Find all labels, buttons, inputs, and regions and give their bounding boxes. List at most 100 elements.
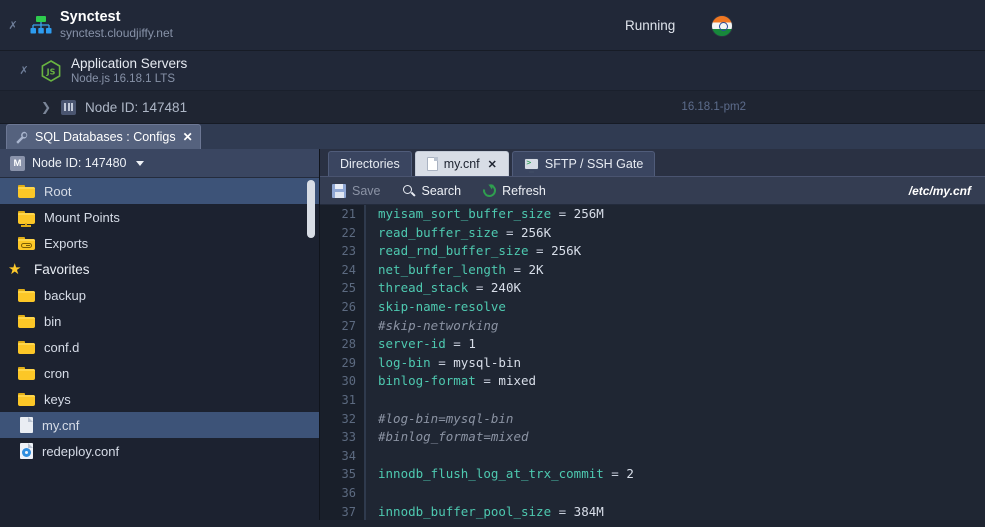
folder-mount-icon — [18, 210, 35, 227]
folder-icon — [18, 340, 35, 354]
save-button[interactable]: Save — [332, 183, 381, 198]
layer-stack-version: Node.js 16.18.1 LTS — [71, 72, 175, 85]
app-tab-bar: SQL Databases : Configs ✕ — [0, 124, 985, 149]
code-line[interactable]: net_buffer_length = 2K — [378, 261, 985, 280]
editor-panel: Directories my.cnf ✕ SFTP / SSH Gate Save S… — [320, 149, 985, 520]
india-flag-icon[interactable] — [711, 14, 734, 37]
status-badge: Running — [625, 18, 676, 33]
line-number: 31 — [341, 392, 356, 407]
code-line[interactable] — [378, 447, 985, 466]
line-number: 23 — [341, 244, 356, 259]
line-number: 26 — [341, 299, 356, 314]
layer-collapse-chevron-icon[interactable]: ✗ — [11, 65, 37, 76]
editor-toolbar: Save Search Refresh /etc/my.cnf — [320, 177, 985, 205]
line-number: 36 — [341, 485, 356, 500]
environment-header: ✗ Synctest synctest.cloudjiffy.net Runni… — [0, 0, 985, 51]
svg-text:JS: JS — [46, 67, 56, 76]
node-selector-dropdown[interactable]: M Node ID: 147480 — [0, 149, 319, 178]
editor-tab-label: my.cnf — [443, 157, 480, 171]
code-editor[interactable]: 21 22 23 24 25 26 27 28 29 30 31 32 33 34 35 36 37 myisa… — [320, 205, 985, 520]
main-content: M Node ID: 147480 Root Mount Points Export… — [0, 149, 985, 520]
editor-tab-my-cnf[interactable]: my.cnf ✕ — [414, 151, 509, 176]
code-line[interactable]: #log-bin=mysql-bin — [378, 410, 985, 429]
node-row-147481[interactable]: ❯ Node ID: 147481 16.18.1-pm2 — [0, 91, 985, 124]
code-line[interactable]: innodb_buffer_pool_size = 384M — [378, 503, 985, 521]
file-tree-item[interactable]: backup — [0, 282, 319, 308]
code-line[interactable]: log-bin = mysql-bin — [378, 354, 985, 373]
file-tree-item[interactable]: bin — [0, 308, 319, 334]
code-line[interactable]: read_rnd_buffer_size = 256K — [378, 242, 985, 261]
folder-icon — [18, 184, 35, 198]
node-expand-chevron-icon[interactable]: ❯ — [33, 101, 59, 113]
folder-export-icon — [18, 236, 35, 250]
file-tree-item[interactable]: my.cnf — [0, 412, 319, 438]
editor-tab-directories[interactable]: Directories — [328, 151, 412, 176]
config-file-icon — [20, 443, 33, 459]
search-button-label: Search — [421, 183, 462, 198]
file-tree-item[interactable]: Exports — [0, 230, 319, 256]
code-line[interactable] — [378, 391, 985, 410]
line-number: 28 — [341, 337, 356, 352]
line-number: 35 — [341, 467, 356, 482]
app-tab-sql-databases-configs[interactable]: SQL Databases : Configs ✕ — [6, 124, 201, 149]
environment-domain[interactable]: synctest.cloudjiffy.net — [60, 26, 173, 41]
file-tree-scrollbar[interactable] — [307, 180, 315, 238]
folder-icon — [18, 288, 35, 302]
code-line[interactable]: myisam_sort_buffer_size = 256M — [378, 205, 985, 224]
save-button-label: Save — [352, 183, 381, 198]
refresh-button[interactable]: Refresh — [480, 181, 546, 200]
code-lines[interactable]: myisam_sort_buffer_size = 256M read_buffe… — [366, 205, 985, 520]
file-tree-item-label: bin — [44, 313, 62, 329]
line-number: 34 — [341, 448, 356, 463]
file-tree-item-label: backup — [44, 287, 86, 303]
env-collapse-chevron-icon[interactable]: ✗ — [0, 20, 26, 31]
editor-tab-close-icon[interactable]: ✕ — [488, 158, 497, 171]
file-tree-panel: M Node ID: 147480 Root Mount Points Export… — [0, 149, 320, 520]
file-tree-item-label: keys — [44, 391, 71, 407]
code-line[interactable]: server-id = 1 — [378, 335, 985, 354]
file-tree-item-label: Root — [44, 183, 72, 199]
code-line[interactable]: #skip-networking — [378, 317, 985, 336]
code-line[interactable]: innodb_flush_log_at_trx_commit = 2 — [378, 465, 985, 484]
layer-name: Application Servers — [71, 55, 188, 71]
layer-row-application-servers[interactable]: ✗ JS Application Servers Node.js 16.18.1… — [0, 51, 985, 91]
node-id-label: Node ID: 147481 — [85, 99, 188, 115]
search-icon — [402, 184, 416, 197]
file-tree-item-label: Exports — [44, 235, 89, 251]
environment-status-group: Running — [625, 0, 734, 51]
file-tree-item[interactable]: Mount Points — [0, 204, 319, 230]
file-tree-item[interactable]: Root — [0, 178, 319, 204]
line-number: 32 — [341, 411, 356, 426]
environment-topology-icon — [26, 15, 56, 35]
document-icon — [426, 157, 438, 171]
file-tree-item[interactable]: conf.d — [0, 334, 319, 360]
code-line[interactable]: #binlog_format=mixed — [378, 428, 985, 447]
file-tree-item[interactable]: ★ Favorites — [0, 256, 319, 282]
code-line[interactable]: thread_stack = 240K — [378, 279, 985, 298]
search-button[interactable]: Search — [402, 183, 462, 198]
code-line[interactable]: skip-name-resolve — [378, 298, 985, 317]
file-tree-item-label: my.cnf — [42, 417, 80, 433]
code-line[interactable]: binlog-format = mixed — [378, 372, 985, 391]
line-number: 21 — [341, 207, 356, 221]
wrench-icon — [16, 131, 28, 144]
file-tree-item[interactable]: keys — [0, 386, 319, 412]
folder-icon — [18, 392, 35, 406]
file-tree[interactable]: Root Mount Points Exports ★ Favorites backup b… — [0, 178, 319, 520]
nodejs-icon: JS — [37, 59, 65, 82]
app-tab-label: SQL Databases : Configs — [35, 130, 176, 144]
chevron-down-icon[interactable] — [135, 160, 144, 166]
editor-tab-label: Directories — [340, 157, 400, 171]
code-line[interactable] — [378, 484, 985, 503]
app-tab-close-icon[interactable]: ✕ — [183, 130, 193, 144]
terminal-monitor-icon — [523, 158, 539, 173]
line-number: 29 — [341, 355, 356, 370]
file-tree-item[interactable]: redeploy.conf — [0, 438, 319, 464]
file-tree-item-label: Favorites — [34, 261, 90, 277]
code-line[interactable]: read_buffer_size = 256K — [378, 224, 985, 243]
line-number-gutter: 21 22 23 24 25 26 27 28 29 30 31 32 33 34 35 36 37 — [320, 205, 366, 520]
editor-tab-sftp-ssh-gate[interactable]: SFTP / SSH Gate — [511, 151, 656, 176]
line-number: 30 — [341, 374, 356, 389]
line-number: 22 — [341, 225, 356, 240]
file-tree-item[interactable]: cron — [0, 360, 319, 386]
